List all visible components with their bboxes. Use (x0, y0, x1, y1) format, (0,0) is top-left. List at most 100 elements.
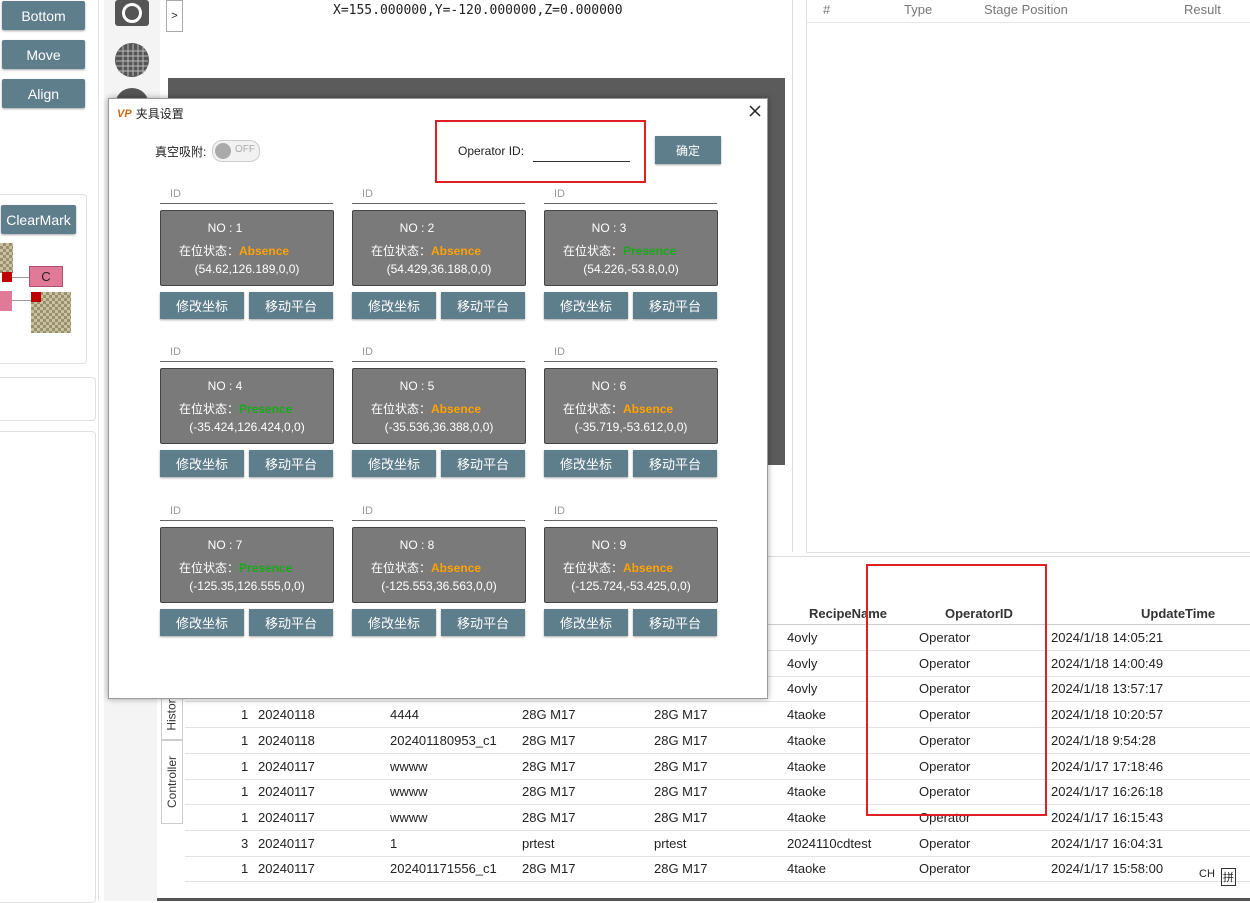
status-label: 在位状态： (563, 402, 624, 416)
col-stage-position-header[interactable]: Stage Position (984, 2, 1068, 17)
table-cell: wwww (390, 758, 428, 774)
ime-indicator[interactable]: CH 拼 (1199, 868, 1236, 886)
edit-coordinate-button[interactable]: 修改坐标 (544, 609, 628, 636)
fixture-coordinate: (54.429,36.188,0,0) (386, 262, 492, 276)
operator-id-label: Operator ID: (458, 144, 525, 158)
operator-id-input[interactable] (533, 141, 630, 162)
id-underline (160, 203, 333, 204)
fixture-coordinate: (-35.424,126.424,0,0) (189, 420, 305, 434)
move-platform-button[interactable]: 移动平台 (633, 609, 717, 636)
stage-coordinate-readout: X=155.000000,Y=-120.000000,Z=0.000000 (333, 3, 623, 18)
move-platform-button[interactable]: 移动平台 (441, 609, 525, 636)
fixture-status: 在位状态：Absence (371, 400, 481, 417)
fixture-card[interactable]: NO : 2 在位状态：Absence (54.429,36.188,0,0) (352, 210, 526, 286)
edit-coordinate-button[interactable]: 修改坐标 (160, 450, 244, 477)
col-index-header[interactable]: # (823, 2, 830, 17)
fixture-card[interactable]: NO : 4 在位状态：Presence (-35.424,126.424,0,0) (160, 368, 334, 444)
fixture-coordinate: (-125.724,-53.425,0,0) (571, 579, 691, 593)
info-panel (0, 377, 96, 421)
fixture-coordinate: (54.226,-53.8,0,0) (583, 262, 679, 276)
fixture-status: 在位状态：Absence (563, 400, 673, 417)
fixture-card[interactable]: NO : 6 在位状态：Absence (-35.719,-53.612,0,0) (544, 368, 718, 444)
edit-coordinate-button[interactable]: 修改坐标 (160, 292, 244, 319)
header-divider (806, 22, 1250, 23)
fixture-status: 在位状态：Absence (563, 559, 673, 576)
operator-column-highlight (866, 564, 1047, 816)
align-button[interactable]: Align (2, 79, 85, 108)
table-cell: 4ovly (787, 630, 818, 645)
divider (792, 0, 793, 552)
table-cell: 1 (241, 861, 249, 877)
expand-button[interactable]: > (166, 0, 183, 32)
edit-coordinate-button[interactable]: 修改坐标 (352, 609, 436, 636)
table-cell: 20240117 (258, 809, 315, 825)
status-label: 在位状态： (371, 402, 432, 416)
lower-panel (0, 431, 96, 903)
id-underline (352, 361, 525, 362)
edit-coordinate-button[interactable]: 修改坐标 (544, 450, 628, 477)
fixture-number: NO : 9 (591, 538, 627, 552)
edit-coordinate-button[interactable]: 修改坐标 (352, 450, 436, 477)
confirm-button[interactable]: 确定 (655, 136, 721, 164)
close-icon[interactable] (747, 103, 763, 119)
table-cell: 4taoke (787, 861, 827, 877)
fixture-status: 在位状态：Absence (179, 242, 289, 259)
camera-icon[interactable] (115, 0, 149, 26)
move-platform-button[interactable]: 移动平台 (633, 450, 717, 477)
id-label: ID (170, 505, 181, 517)
table-cell: 2024/1/17 15:58:00 (1051, 861, 1164, 877)
table-cell: 2024/1/17 16:26:18 (1051, 784, 1164, 800)
edit-coordinate-button[interactable]: 修改坐标 (352, 292, 436, 319)
fixture-status: 在位状态：Presence (179, 559, 292, 576)
table-cell: prtest (654, 835, 687, 851)
fixture-settings-dialog: VP 夹具设置 真空吸附: OFF Operator ID: 确定 ID NO :… (108, 98, 768, 699)
table-cell: 4taoke (787, 758, 827, 774)
update-time-header[interactable]: UpdateTime (1141, 606, 1215, 621)
bottom-button[interactable]: Bottom (2, 1, 85, 30)
grid-icon[interactable] (114, 42, 150, 78)
edit-coordinate-button[interactable]: 修改坐标 (544, 292, 628, 319)
move-button[interactable]: Move (2, 40, 85, 69)
status-value: Presence (239, 561, 293, 575)
dialog-title-bar: VP 夹具设置 (117, 105, 184, 122)
vacuum-label: 真空吸附: (155, 145, 207, 159)
fixture-status: 在位状态：Absence (371, 559, 481, 576)
table-cell: 1 (241, 809, 249, 825)
status-label: 在位状态： (179, 561, 240, 575)
move-platform-button[interactable]: 移动平台 (441, 292, 525, 319)
app-logo-icon: VP (117, 107, 132, 120)
clearmark-button[interactable]: ClearMark (1, 205, 76, 234)
fixture-card[interactable]: NO : 7 在位状态：Presence (-125.35,126.555,0,0) (160, 527, 334, 603)
move-platform-button[interactable]: 移动平台 (249, 292, 333, 319)
table-cell: 202401171556_c1 (390, 861, 497, 877)
id-underline (544, 203, 717, 204)
fixture-card[interactable]: NO : 8 在位状态：Absence (-125.553,36.563,0,0) (352, 527, 526, 603)
id-label: ID (362, 188, 373, 200)
move-platform-button[interactable]: 移动平台 (249, 450, 333, 477)
table-cell: 28G M17 (654, 707, 708, 723)
fixture-card[interactable]: NO : 9 在位状态：Absence (-125.724,-53.425,0,0) (544, 527, 718, 603)
table-cell: wwww (390, 809, 428, 825)
id-label: ID (362, 505, 373, 517)
fixture-status: 在位状态：Presence (179, 400, 292, 417)
fixture-card[interactable]: NO : 3 在位状态：Presence (54.226,-53.8,0,0) (544, 210, 718, 286)
table-cell: 28G M17 (522, 707, 576, 723)
move-platform-button[interactable]: 移动平台 (249, 609, 333, 636)
status-label: 在位状态： (563, 244, 624, 258)
controller-tab[interactable]: Controller (161, 740, 183, 824)
table-cell: 20240117 (258, 758, 315, 774)
status-label: 在位状态： (371, 561, 432, 575)
table-cell: 202401180953_c1 (390, 732, 497, 748)
status-value: Absence (623, 402, 674, 416)
move-platform-button[interactable]: 移动平台 (441, 450, 525, 477)
move-platform-button[interactable]: 移动平台 (633, 292, 717, 319)
fixture-card[interactable]: NO : 1 在位状态：Absence (54.62,126.189,0,0) (160, 210, 334, 286)
table-cell: 20240118 (258, 707, 315, 723)
edit-coordinate-button[interactable]: 修改坐标 (160, 609, 244, 636)
col-result-header[interactable]: Result (1184, 2, 1221, 17)
vacuum-toggle[interactable]: OFF (212, 140, 260, 162)
fixture-card[interactable]: NO : 5 在位状态：Absence (-35.536,36.388,0,0) (352, 368, 526, 444)
c-marker[interactable]: C (29, 266, 63, 287)
col-type-header[interactable]: Type (904, 2, 932, 17)
fixture-coordinate: (-125.35,126.555,0,0) (189, 579, 305, 593)
